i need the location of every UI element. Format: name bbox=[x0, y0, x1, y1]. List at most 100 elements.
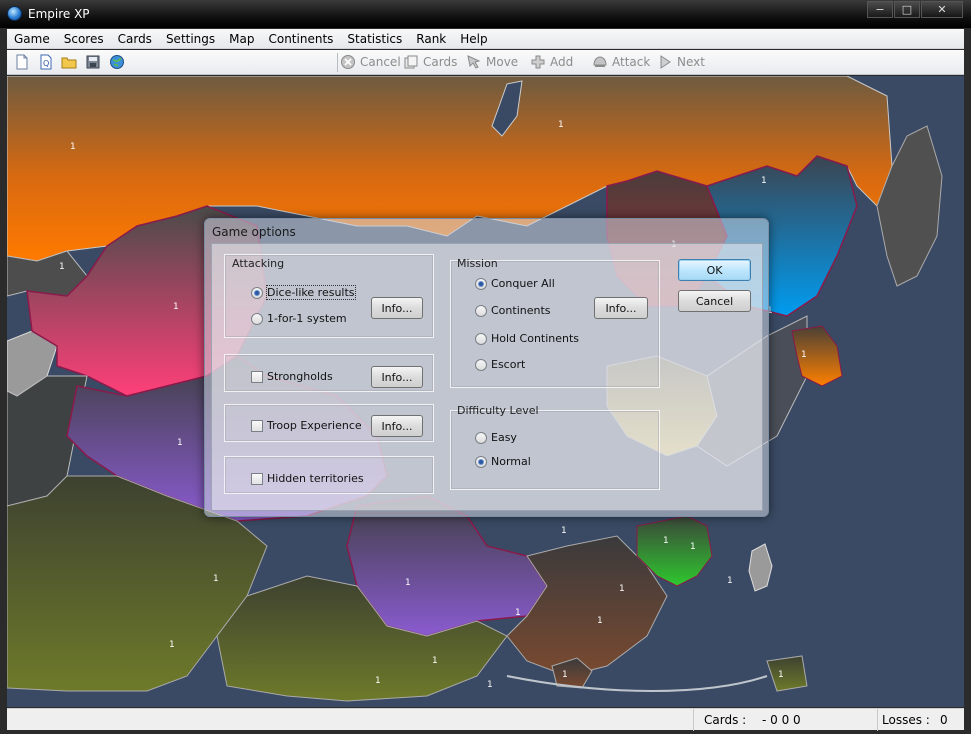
easy-radio-indicator[interactable] bbox=[475, 431, 487, 444]
menu-continents[interactable]: Continents bbox=[261, 29, 340, 48]
escort-label[interactable]: Escort bbox=[491, 358, 525, 371]
cards-toolbar-label: Cards bbox=[423, 55, 458, 69]
maximize-button[interactable]: □ bbox=[894, 1, 920, 18]
menu-scores[interactable]: Scores bbox=[57, 29, 111, 48]
conquer-all-radio-indicator[interactable] bbox=[475, 277, 487, 290]
strongholds-checkbox[interactable]: Strongholds bbox=[251, 370, 333, 383]
menu-settings[interactable]: Settings bbox=[159, 29, 222, 48]
dice-like-radio[interactable]: Dice-like results bbox=[251, 285, 356, 300]
save-icon[interactable] bbox=[85, 54, 101, 70]
menu-help[interactable]: Help bbox=[453, 29, 494, 48]
cards-toolbar-button[interactable]: Cards bbox=[403, 54, 457, 70]
cards-status-label: Cards : bbox=[704, 713, 747, 727]
strongholds-info-button[interactable]: Info... bbox=[371, 366, 423, 388]
close-button[interactable]: ✕ bbox=[921, 1, 963, 18]
window-controls: − □ ✕ bbox=[867, 1, 963, 18]
mission-info-button[interactable]: Info... bbox=[594, 297, 648, 319]
continents-label[interactable]: Continents bbox=[491, 304, 551, 317]
escort-radio-indicator[interactable] bbox=[475, 358, 487, 371]
territory-army-count[interactable]: 1 bbox=[801, 350, 807, 360]
mission-group-label: Mission bbox=[457, 257, 498, 270]
easy-label[interactable]: Easy bbox=[491, 431, 517, 444]
hidden-territories-checkbox[interactable]: Hidden territories bbox=[251, 472, 364, 485]
move-toolbar-button[interactable]: Move bbox=[466, 54, 518, 70]
territory-army-count[interactable]: 1 bbox=[59, 262, 65, 272]
territory-army-count[interactable]: 1 bbox=[173, 302, 179, 312]
next-toolbar-button[interactable]: Next bbox=[657, 54, 705, 70]
normal-radio-indicator[interactable] bbox=[475, 455, 487, 468]
territory-army-count[interactable]: 1 bbox=[663, 536, 669, 546]
open-folder-icon[interactable] bbox=[61, 54, 77, 70]
attacking-group-label: Attacking bbox=[232, 257, 285, 270]
territory-army-count[interactable]: 1 bbox=[561, 526, 567, 536]
territory-army-count[interactable]: 1 bbox=[432, 656, 438, 666]
easy-radio[interactable]: Easy bbox=[475, 431, 517, 444]
strongholds-checkbox-box[interactable] bbox=[251, 370, 263, 383]
territory-army-count[interactable]: 1 bbox=[761, 176, 767, 186]
territory-army-count[interactable]: 1 bbox=[487, 680, 493, 690]
cancel-toolbar-button[interactable]: Cancel bbox=[340, 54, 401, 70]
territory-army-count[interactable]: 1 bbox=[177, 438, 183, 448]
hold-continents-radio[interactable]: Hold Continents bbox=[475, 332, 579, 345]
conquer-all-label[interactable]: Conquer All bbox=[491, 277, 555, 290]
territory-army-count[interactable]: 1 bbox=[727, 576, 733, 586]
one-for-one-radio[interactable]: 1-for-1 system bbox=[251, 312, 347, 325]
territory-army-count[interactable]: 1 bbox=[169, 640, 175, 650]
territory-army-count[interactable]: 1 bbox=[213, 574, 219, 584]
normal-label[interactable]: Normal bbox=[491, 455, 531, 468]
troop-experience-checkbox[interactable]: Troop Experience bbox=[251, 419, 362, 432]
title-bar[interactable]: Empire XP − □ ✕ bbox=[0, 0, 971, 28]
menu-game[interactable]: Game bbox=[7, 29, 57, 48]
menu-bar: Game Scores Cards Settings Map Continent… bbox=[7, 29, 964, 49]
cards-status-cell: Cards : - 0 0 0 bbox=[693, 709, 877, 731]
attack-helmet-icon bbox=[593, 56, 607, 67]
territory-army-count[interactable]: 1 bbox=[558, 120, 564, 130]
hidden-territories-label[interactable]: Hidden territories bbox=[267, 472, 364, 485]
hidden-territories-checkbox-box[interactable] bbox=[251, 472, 263, 485]
hold-continents-radio-indicator[interactable] bbox=[475, 332, 487, 345]
menu-cards[interactable]: Cards bbox=[111, 29, 159, 48]
territory-army-count[interactable]: 1 bbox=[619, 584, 625, 594]
strongholds-label[interactable]: Strongholds bbox=[267, 370, 333, 383]
territory-army-count[interactable]: 1 bbox=[515, 608, 521, 618]
attack-toolbar-button[interactable]: Attack bbox=[592, 54, 650, 70]
toolbar-separator bbox=[337, 53, 338, 72]
new-game-icon[interactable] bbox=[14, 54, 30, 70]
globe-icon[interactable] bbox=[109, 54, 125, 70]
territory-army-count[interactable]: 1 bbox=[375, 676, 381, 686]
one-for-one-radio-indicator[interactable] bbox=[251, 312, 263, 325]
territory-army-count[interactable]: 1 bbox=[405, 578, 411, 588]
open-scenario-icon[interactable]: Q bbox=[38, 54, 54, 70]
ok-button[interactable]: OK bbox=[678, 259, 751, 281]
menu-statistics[interactable]: Statistics bbox=[340, 29, 409, 48]
territory-army-count[interactable]: 1 bbox=[778, 670, 784, 680]
one-for-one-label[interactable]: 1-for-1 system bbox=[267, 312, 347, 325]
minimize-button[interactable]: − bbox=[867, 1, 893, 18]
territory-army-count[interactable]: 1 bbox=[70, 142, 76, 152]
continents-radio[interactable]: Continents bbox=[475, 304, 551, 317]
territory-army-count[interactable]: 1 bbox=[690, 542, 696, 552]
continents-radio-indicator[interactable] bbox=[475, 304, 487, 317]
escort-radio[interactable]: Escort bbox=[475, 358, 525, 371]
attacking-info-button[interactable]: Info... bbox=[371, 297, 423, 319]
cancel-button[interactable]: Cancel bbox=[678, 290, 751, 312]
next-toolbar-label: Next bbox=[677, 55, 705, 69]
dice-like-label[interactable]: Dice-like results bbox=[266, 285, 356, 300]
troop-experience-checkbox-box[interactable] bbox=[251, 419, 263, 432]
troop-experience-label[interactable]: Troop Experience bbox=[267, 419, 362, 432]
conquer-all-radio[interactable]: Conquer All bbox=[475, 277, 555, 290]
move-arrow-icon bbox=[467, 55, 481, 69]
hold-continents-label[interactable]: Hold Continents bbox=[491, 332, 579, 345]
add-toolbar-button[interactable]: Add bbox=[530, 54, 573, 70]
game-options-dialog: Game options Attacking Dice-like results… bbox=[204, 218, 769, 517]
menu-rank[interactable]: Rank bbox=[409, 29, 453, 48]
territory-army-count[interactable]: 1 bbox=[597, 616, 603, 626]
troop-experience-info-button[interactable]: Info... bbox=[371, 415, 423, 437]
difficulty-group-label: Difficulty Level bbox=[457, 404, 539, 417]
cancel-icon bbox=[341, 55, 355, 69]
status-bar: Cards : - 0 0 0 Losses : 0 bbox=[7, 708, 964, 731]
territory-army-count[interactable]: 1 bbox=[562, 670, 568, 680]
menu-map[interactable]: Map bbox=[222, 29, 261, 48]
normal-radio[interactable]: Normal bbox=[475, 455, 531, 468]
dice-like-radio-indicator[interactable] bbox=[251, 286, 263, 299]
